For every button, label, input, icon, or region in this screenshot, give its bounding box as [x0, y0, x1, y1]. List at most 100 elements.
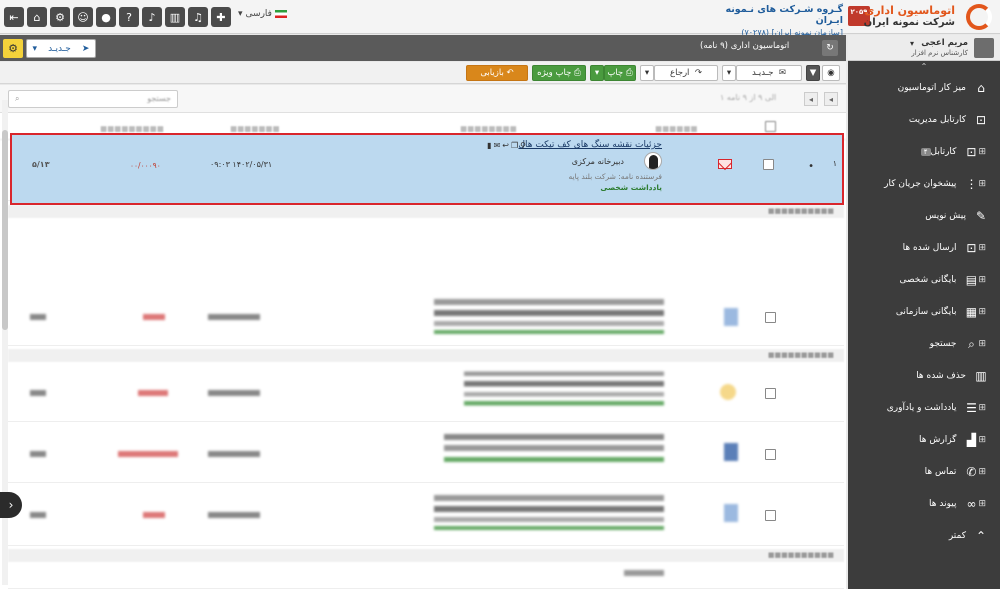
sidebar-item-label: تماس ها [924, 467, 957, 477]
special-print-button[interactable]: چاپ ویژه ⎙ [532, 65, 586, 81]
actions-row: بازیابی ↶ چاپ ویژه ⎙ ▾ چاپ ⎙ ▾ ارجاع ↷ ▾… [0, 62, 846, 84]
sidebar-item-org-archive[interactable]: بایگانی سازمانی ▦ ⊞ [848, 297, 1000, 327]
sidebar-item-calls[interactable]: تماس ها ✆ ⊞ [848, 457, 1000, 487]
chevron-down-icon: ▾ [726, 68, 732, 78]
flag-icon [274, 10, 287, 18]
outbox-icon: ⊡ [966, 241, 977, 255]
expand-icon[interactable]: ⊞ [978, 147, 986, 157]
next-page-icon[interactable]: ◂ [824, 92, 838, 106]
chevron-up-icon: ⌃ [975, 529, 987, 543]
row-number: ۱ [832, 159, 837, 168]
gear-icon[interactable]: ⚙ [3, 39, 23, 58]
print-button[interactable]: چاپ ⎙ [604, 65, 636, 81]
bullet-icon: • [808, 161, 814, 172]
sidebar-item-dashboard[interactable]: میز کار اتوماسیون ⌂ [848, 73, 1000, 103]
row-checkbox[interactable] [765, 312, 776, 323]
expand-icon[interactable]: ⊞ [978, 307, 986, 317]
table-row[interactable] [8, 364, 844, 422]
sidebar-item-label: بایگانی سازمانی [895, 307, 957, 317]
personal-note[interactable]: یادداشت شخصی [600, 183, 662, 192]
new-letter-button[interactable]: جـدیـد ✉ [736, 65, 802, 81]
chevron-up-icon[interactable]: ⌃ [848, 62, 1000, 72]
letter-subject[interactable]: جزئیات نقشه سنگ های کف تیکت هال [518, 140, 662, 150]
puzzle-icon[interactable]: ✚ [211, 7, 231, 27]
sidebar-item-label: بایگانی شخصی [899, 275, 957, 285]
sidebar-item-label: کارتابل [930, 147, 957, 157]
help-icon[interactable]: ? [119, 7, 139, 27]
sidebar-item-drafts[interactable]: پیش نویس ✎ [848, 201, 1000, 231]
expand-icon[interactable]: ⊞ [978, 179, 986, 189]
chart-icon[interactable]: ▥ [165, 7, 185, 27]
filter-icon[interactable]: ▼ [806, 65, 820, 81]
forward-icon: ↷ [694, 68, 702, 78]
refer-label: ارجاع [670, 68, 690, 78]
select-all-checkbox[interactable] [765, 121, 776, 132]
expand-icon[interactable]: ⊞ [978, 499, 986, 509]
row-checkbox[interactable] [765, 388, 776, 399]
mic-icon[interactable]: ♪ [142, 7, 162, 27]
refer-dropdown[interactable]: ▾ [640, 65, 654, 81]
refer-button[interactable]: ارجاع ↷ [654, 65, 718, 81]
trash-icon: ▥ [975, 369, 987, 383]
sidebar-item-search[interactable]: جستجو ⌕ ⊞ [848, 329, 1000, 359]
language-label: فارسی [245, 9, 272, 19]
users-icon[interactable]: ☺ [73, 7, 93, 27]
user-box[interactable]: ▾ مریم اعجی کارشناس نرم افزار [848, 35, 1000, 61]
table-row[interactable] [8, 486, 844, 546]
eye-icon[interactable]: ◉ [822, 65, 840, 81]
sidebar-item-less[interactable]: کمتر ⌃ [848, 521, 1000, 551]
sidebar-item-notes[interactable]: یادداشت و یادآوری ☰ ⊞ [848, 393, 1000, 423]
new-dropdown[interactable]: ▾ [722, 65, 736, 81]
row-checkbox[interactable] [763, 159, 774, 170]
prev-page-icon[interactable]: ◂ [804, 92, 818, 106]
table-row[interactable] [8, 425, 844, 483]
new-letter-label: جـدیـد [751, 68, 774, 78]
sidebar-item-label: کارتابل مدیریت [908, 115, 966, 125]
search-input[interactable]: ⌕ جستجو [8, 90, 178, 108]
row-checkbox[interactable] [765, 449, 776, 460]
exit-icon[interactable]: ⇤ [4, 7, 24, 27]
print-label: چاپ [607, 68, 624, 78]
sidebar-item-manager-inbox[interactable]: کارتابل مدیریت ⊡ [848, 105, 1000, 135]
sender-meta: فرستنده نامه: شرکت بلند پایه [568, 172, 662, 181]
group-header: ■■■■■■■■■■ [8, 349, 844, 362]
settings-icon[interactable]: ⚙ [50, 7, 70, 27]
sidebar-item-personal-archive[interactable]: بایگانی شخصی ▤ ⊞ [848, 265, 1000, 295]
chevron-down-icon[interactable]: ▾ [910, 39, 914, 48]
expand-icon[interactable]: ⊞ [978, 403, 986, 413]
sidebar-item-label: حذف شده ها [916, 371, 966, 381]
chat-icon[interactable]: ● [96, 7, 116, 27]
expand-icon[interactable]: ⊞ [978, 243, 986, 253]
chevron-down-icon: ▾ [644, 68, 650, 78]
folder-title: اتوماسیون اداری (۹ نامه) [700, 41, 790, 51]
sidebar: ▾ مریم اعجی کارشناس نرم افزار ⌃ میز کار … [848, 35, 1000, 589]
org-chart-icon[interactable]: ⌂ [27, 7, 47, 27]
expand-icon[interactable]: ⊞ [978, 339, 986, 349]
bell-icon[interactable]: ♫ [188, 7, 208, 27]
refresh-icon[interactable]: ↻ [822, 40, 838, 56]
print-dropdown[interactable]: ▾ [590, 65, 604, 81]
sidebar-item-trash[interactable]: حذف شده ها ▥ [848, 361, 1000, 391]
list-icon: ☰ [966, 401, 977, 415]
expand-icon[interactable]: ⊞ [978, 435, 986, 445]
sidebar-item-inbox[interactable]: ۴ کارتابل ⊡ ⊞ [848, 137, 1000, 167]
sender-avatar [644, 152, 662, 170]
sidebar-item-label: گزارش ها [919, 435, 957, 445]
sidebar-item-sent[interactable]: ارسال شده ها ⊡ ⊞ [848, 233, 1000, 263]
table-row[interactable] [8, 564, 844, 589]
sidebar-item-links[interactable]: پیوند ها ∞ ⊞ [848, 489, 1000, 519]
selected-letter-row[interactable]: جزئیات نقشه سنگ های کف تیکت هال ▮ ✉ ↩ ❐ … [10, 133, 844, 205]
expand-icon[interactable]: ⊞ [978, 275, 986, 285]
restore-button[interactable]: بازیابی ↶ [466, 65, 528, 81]
row-checkbox[interactable] [765, 510, 776, 521]
letter-amount: ۰۰/۰۰۰۹۰ [130, 161, 161, 170]
scrollbar-thumb[interactable] [2, 130, 8, 330]
sidebar-item-reports[interactable]: گزارش ها ▟ ⊞ [848, 425, 1000, 455]
new-button[interactable]: ▾ جـدیـد ➤ [26, 39, 96, 58]
table-row[interactable] [8, 290, 844, 346]
sidebar-item-label: میز کار اتوماسیون [897, 83, 966, 93]
phone-icon: ✆ [966, 465, 977, 479]
language-selector[interactable]: ▾ فارسی [238, 9, 287, 19]
expand-icon[interactable]: ⊞ [978, 467, 986, 477]
sidebar-item-workflow[interactable]: پیشخوان جریان کار ⋮ ⊞ [848, 169, 1000, 199]
